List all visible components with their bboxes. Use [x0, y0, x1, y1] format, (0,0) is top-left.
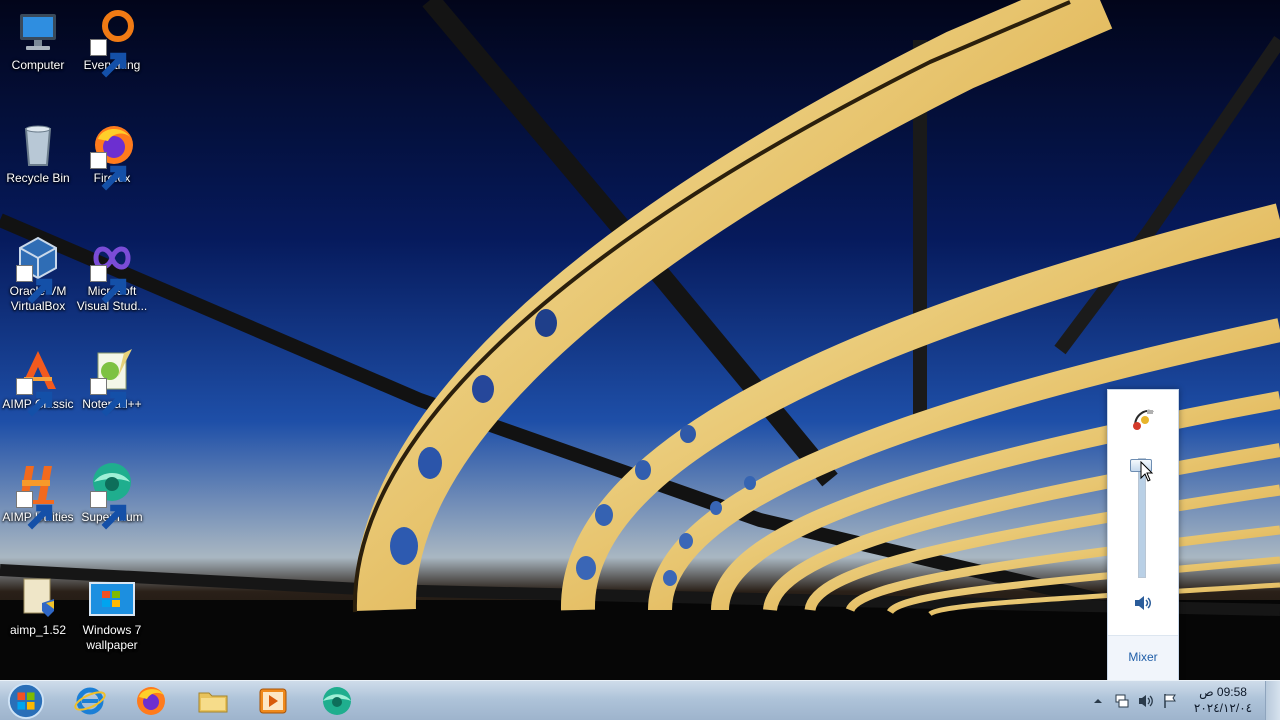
- media-player-icon: [259, 688, 287, 714]
- internet-explorer-icon: [74, 687, 106, 715]
- notepad-plus-plus-icon: [88, 347, 136, 417]
- image-file-icon: [88, 573, 136, 621]
- desktop-icon-notepad-plus-plus[interactable]: Notepad++: [74, 347, 150, 417]
- desktop[interactable]: Computer Everything Recycle Bin Firefox …: [0, 0, 1280, 680]
- show-hidden-icons-icon: [1094, 699, 1102, 703]
- shortcut-arrow-icon: [16, 491, 53, 530]
- desktop-icon-recycle-bin[interactable]: Recycle Bin: [0, 121, 76, 186]
- desktop-icon-label: Computer: [11, 58, 65, 72]
- file-explorer-icon: [198, 692, 228, 713]
- desktop-icon-virtualbox[interactable]: Oracle VM VirtualBox: [0, 234, 76, 314]
- desktop-icon-label: Recycle Bin: [6, 171, 70, 185]
- mixer-bar: Mixer: [1108, 635, 1178, 680]
- mute-button[interactable]: [1133, 594, 1153, 612]
- shortcut-arrow-icon: [16, 378, 53, 417]
- aimp-utilities-icon: [14, 460, 62, 530]
- shortcut-arrow-icon: [16, 265, 53, 304]
- taskbar-supermium[interactable]: [311, 683, 363, 719]
- desktop-wallpaper: [0, 0, 1280, 680]
- visual-studio-icon: [88, 234, 136, 304]
- desktop-icon-everything[interactable]: Everything: [74, 8, 150, 78]
- shortcut-arrow-icon: [90, 265, 127, 304]
- shortcut-arrow-icon: [90, 39, 127, 78]
- shortcut-arrow-icon: [90, 378, 127, 417]
- taskbar-clock[interactable]: 09:58 ص ٢٠٢٤/١٢/٠٤: [1188, 684, 1258, 716]
- computer-icon: [14, 8, 62, 56]
- windows-start-icon: [7, 682, 45, 720]
- desktop-icon-windows-7-wallpaper[interactable]: Windows 7 wallpaper: [74, 573, 150, 653]
- action-center-flag-icon: [1164, 694, 1176, 708]
- speaker-device-icon[interactable]: [1129, 404, 1157, 432]
- start-button[interactable]: [4, 682, 48, 720]
- mouse-cursor-icon: [1140, 461, 1154, 482]
- firefox-icon: [137, 687, 165, 715]
- recycle-bin-icon: [14, 121, 62, 169]
- taskbar-file-explorer[interactable]: [187, 683, 239, 719]
- taskbar-firefox[interactable]: [125, 683, 177, 719]
- desktop-icon-label: Windows 7: [82, 623, 142, 637]
- supermium-icon: [88, 460, 136, 530]
- everything-icon: [88, 8, 136, 78]
- shortcut-arrow-icon: [90, 152, 127, 191]
- show-desktop-button[interactable]: [1265, 681, 1280, 720]
- show-hidden-icons-button[interactable]: [1092, 694, 1104, 708]
- volume-flyout: Mixer: [1107, 389, 1179, 680]
- volume-tray-button[interactable]: [1138, 693, 1154, 709]
- desktop-icon-aimp-classic[interactable]: AIMP Classic: [0, 347, 76, 417]
- desktop-icon-aimp-utilities[interactable]: AIMP Utilities: [0, 460, 76, 530]
- taskbar-media-player[interactable]: [247, 683, 299, 719]
- taskbar-internet-explorer[interactable]: [64, 683, 116, 719]
- network-tray-button[interactable]: [1114, 693, 1130, 709]
- clock-time: 09:58 ص: [1199, 685, 1247, 699]
- supermium-icon: [323, 687, 351, 715]
- desktop-icon-supermium[interactable]: Supermium: [74, 460, 150, 530]
- taskbar: 09:58 ص ٢٠٢٤/١٢/٠٤: [0, 680, 1280, 720]
- clock-date: ٢٠٢٤/١٢/٠٤: [1193, 701, 1253, 715]
- firefox-icon: [88, 121, 136, 191]
- mixer-link[interactable]: Mixer: [1108, 650, 1178, 664]
- desktop-icon-computer[interactable]: Computer: [0, 8, 76, 73]
- shortcut-arrow-icon: [90, 491, 127, 530]
- desktop-icon-firefox[interactable]: Firefox: [74, 121, 150, 191]
- aimp-classic-icon: [14, 347, 62, 417]
- desktop-icon-aimp-installer[interactable]: aimp_1.52: [0, 573, 76, 638]
- desktop-icon-visual-studio[interactable]: Microsoft Visual Stud...: [74, 234, 150, 314]
- desktop-icon-label-line-2: wallpaper: [86, 638, 138, 652]
- action-center-button[interactable]: [1162, 693, 1178, 709]
- virtualbox-icon: [14, 234, 62, 304]
- speaker-icon: [1135, 596, 1151, 610]
- desktop-icon-label: aimp_1.52: [9, 623, 67, 637]
- volume-icon: [1139, 695, 1153, 707]
- installer-icon: [14, 573, 62, 621]
- network-icon: [1115, 694, 1129, 708]
